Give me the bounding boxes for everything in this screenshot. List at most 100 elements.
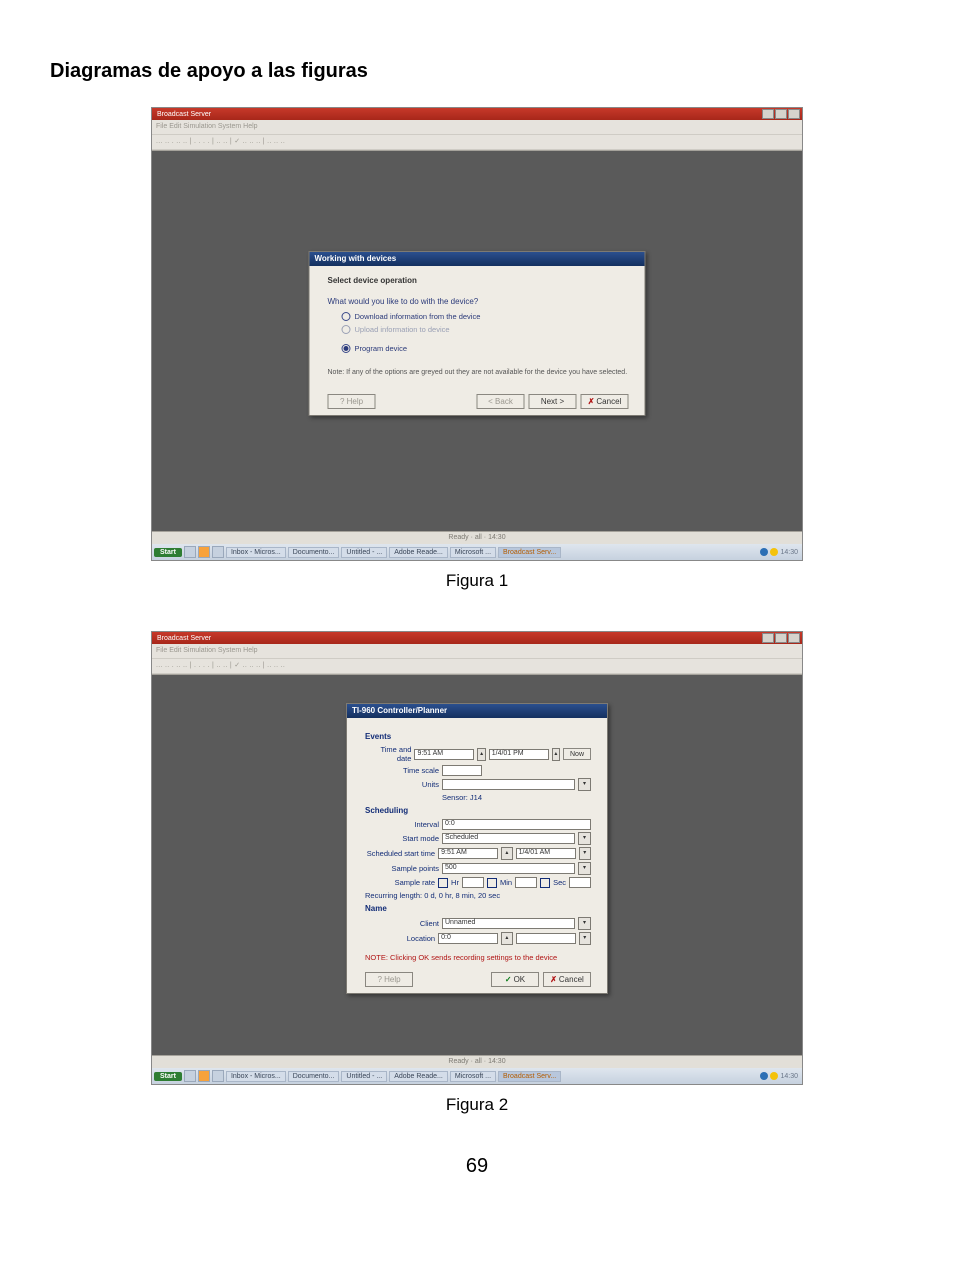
task-item[interactable]: Untitled - ... (341, 547, 387, 558)
cancel-button[interactable]: ✗Cancel (543, 972, 591, 987)
menubar[interactable]: File Edit Simulation System Help (152, 120, 802, 135)
tray-icon[interactable] (760, 548, 768, 556)
time-scale-label: Time scale (365, 766, 439, 775)
quicklaunch-icon[interactable] (184, 1070, 196, 1082)
units-field: Units ▾ (365, 778, 591, 791)
close-icon: ✗ (588, 397, 595, 406)
dialog-heading: Select device operation (328, 276, 629, 285)
ok-button[interactable]: ✓OK (491, 972, 539, 987)
statusbar: Ready · all · 14:30 (152, 1056, 802, 1068)
now-button[interactable]: Now (563, 748, 591, 760)
scheduled-date-input[interactable]: 1/4/01 AM (516, 848, 576, 859)
dropdown-icon[interactable]: ▾ (579, 847, 591, 860)
scheduled-time-input[interactable]: 9:51 AM (438, 848, 498, 859)
date-input[interactable]: 1/4/01 PM (489, 749, 549, 760)
task-item[interactable]: Documento... (288, 547, 340, 558)
dropdown-icon[interactable]: ▾ (578, 862, 591, 875)
tray-icon[interactable] (770, 1072, 778, 1080)
app-title: Broadcast Server (154, 111, 761, 118)
dialog-button-row: ? Help ✓OK ✗Cancel (365, 972, 591, 987)
dialog-note: Note: If any of the options are greyed o… (328, 369, 629, 376)
task-item-active[interactable]: Broadcast Serv... (498, 1071, 561, 1082)
task-item-active[interactable]: Broadcast Serv... (498, 547, 561, 558)
close-button[interactable] (788, 633, 800, 643)
taskbar[interactable]: Start Inbox - Micros... Documento... Unt… (152, 544, 802, 560)
dropdown-icon[interactable]: ▾ (579, 932, 591, 945)
units-label: Units (365, 780, 439, 789)
menubar[interactable]: File Edit Simulation System Help (152, 644, 802, 659)
start-button[interactable]: Start (154, 1072, 182, 1081)
checkbox-min[interactable] (487, 878, 497, 888)
sample-rate-field: Sample rate Hr Min Sec (365, 877, 591, 888)
radio-download[interactable]: Download information from the device (342, 312, 629, 321)
start-mode-field: Start mode Scheduled ▾ (365, 832, 591, 845)
units-input[interactable] (442, 779, 575, 790)
task-item[interactable]: Inbox - Micros... (226, 547, 286, 558)
interval-input[interactable]: 0:0 (442, 819, 591, 830)
spinner[interactable]: ▴ (501, 847, 512, 860)
help-button[interactable]: ? Help (365, 972, 413, 987)
checkbox-hr[interactable] (438, 878, 448, 888)
tray-icon[interactable] (770, 548, 778, 556)
system-tray[interactable]: 14:30 (760, 1072, 800, 1080)
checkbox-sec[interactable] (540, 878, 550, 888)
sec-input[interactable] (569, 877, 591, 888)
task-item[interactable]: Microsoft ... (450, 1071, 496, 1082)
location2-input[interactable] (516, 933, 576, 944)
minimize-button[interactable] (762, 109, 774, 119)
close-button[interactable] (788, 109, 800, 119)
radio-download-label: Download information from the device (355, 312, 481, 321)
sample-points-label: Sample points (365, 864, 439, 873)
task-item[interactable]: Untitled - ... (341, 1071, 387, 1082)
time-date-field: Time and date 9:51 AM ▴ 1/4/01 PM ▴ Now (365, 745, 591, 763)
dropdown-icon[interactable]: ▾ (578, 832, 591, 845)
task-item[interactable]: Documento... (288, 1071, 340, 1082)
time-scale-input[interactable] (442, 765, 482, 776)
workarea: Working with devices Select device opera… (152, 150, 802, 532)
maximize-button[interactable] (775, 633, 787, 643)
quicklaunch-icon[interactable] (212, 1070, 224, 1082)
sample-rate-label: Sample rate (365, 878, 435, 887)
location-input[interactable]: 0:0 (438, 933, 498, 944)
hr-input[interactable] (462, 877, 484, 888)
tray-icon[interactable] (760, 1072, 768, 1080)
task-item[interactable]: Inbox - Micros... (226, 1071, 286, 1082)
taskbar[interactable]: Start Inbox - Micros... Documento... Unt… (152, 1068, 802, 1084)
page-number: 69 (50, 1155, 904, 1178)
start-button[interactable]: Start (154, 548, 182, 557)
task-item[interactable]: Adobe Reade... (389, 1071, 448, 1082)
quicklaunch-icon[interactable] (184, 546, 196, 558)
scheduled-start-label: Scheduled start time (365, 849, 435, 858)
spinner[interactable]: ▴ (501, 932, 512, 945)
tray-clock: 14:30 (780, 549, 798, 556)
task-item[interactable]: Microsoft ... (450, 547, 496, 558)
app-title: Broadcast Server (154, 635, 761, 642)
maximize-button[interactable] (775, 109, 787, 119)
next-button[interactable]: Next > (529, 394, 577, 409)
toolbar[interactable]: ... .. . .. .. | . . . . | .. .. | ✓ .. … (152, 135, 802, 150)
quicklaunch-icon[interactable] (198, 1070, 210, 1082)
radio-program[interactable]: Program device (342, 344, 629, 353)
help-button[interactable]: ? Help (328, 394, 376, 409)
radio-icon (342, 325, 351, 334)
time-input[interactable]: 9:51 AM (414, 749, 474, 760)
dialog-button-row: ? Help < Back Next > ✗Cancel (328, 394, 629, 409)
toolbar[interactable]: ... .. . .. .. | . . . . | .. .. | ✓ .. … (152, 659, 802, 674)
cancel-button[interactable]: ✗Cancel (581, 394, 629, 409)
radio-upload-label: Upload information to device (355, 325, 450, 334)
quicklaunch-icon[interactable] (198, 546, 210, 558)
spinner[interactable]: ▴ (552, 748, 560, 761)
system-tray[interactable]: 14:30 (760, 548, 800, 556)
quicklaunch-icon[interactable] (212, 546, 224, 558)
min-input[interactable] (515, 877, 537, 888)
sample-points-input[interactable]: 500 (442, 863, 575, 874)
dropdown-icon[interactable]: ▾ (578, 917, 591, 930)
start-mode-input[interactable]: Scheduled (442, 833, 575, 844)
minimize-button[interactable] (762, 633, 774, 643)
figure-2-caption: Figura 2 (50, 1095, 904, 1115)
task-item[interactable]: Adobe Reade... (389, 547, 448, 558)
spinner[interactable]: ▴ (477, 748, 485, 761)
dropdown-icon[interactable]: ▾ (578, 778, 591, 791)
warning-note: NOTE: Clicking OK sends recording settin… (365, 953, 591, 962)
client-input[interactable]: Unnamed (442, 918, 575, 929)
